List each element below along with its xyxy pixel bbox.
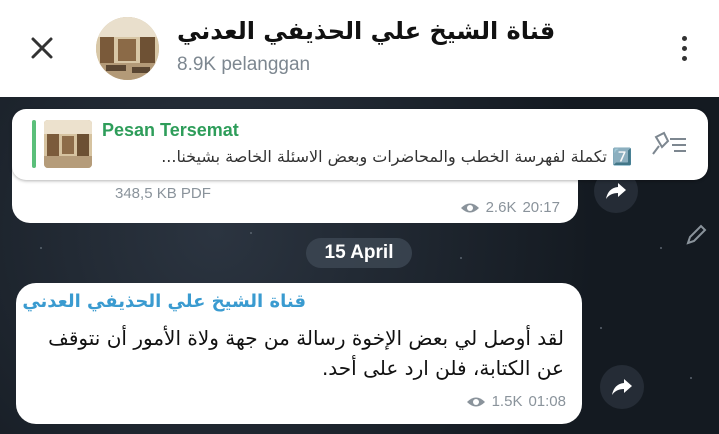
message-sender[interactable]: قناة الشيخ علي الحذيفي العدني (22, 291, 306, 312)
file-size: 348,5 KB PDF (115, 185, 211, 202)
pencil-icon (686, 224, 707, 245)
pinned-thumbnail (44, 120, 92, 168)
message-meta: 2.6K 20:17 (460, 199, 560, 216)
pin-list-button[interactable] (650, 129, 690, 159)
avatar[interactable] (96, 17, 159, 80)
more-vertical-icon (681, 35, 687, 41)
channel-title[interactable]: قناة الشيخ علي الحذيفي العدني (177, 17, 555, 45)
pin-list-icon (652, 131, 686, 155)
message-meta: 1.5K 01:08 (466, 393, 566, 410)
edit-button[interactable] (676, 215, 716, 255)
date-separator: 15 April (306, 238, 412, 268)
views-eye-icon (460, 203, 479, 212)
share-button[interactable] (600, 365, 644, 409)
forward-arrow-icon (612, 379, 632, 395)
view-count: 1.5K (491, 393, 523, 410)
pinned-message-bar[interactable]: Pesan Tersemat 7️⃣ تكملة لفهرسة الخطب وا… (12, 109, 708, 180)
subscriber-count: 8.9K pelanggan (177, 54, 311, 75)
chat-area[interactable]: 348,5 KB PDF 2.6K 20:17 Pesan Tersemat 7… (0, 97, 719, 434)
text-message-bubble[interactable]: قناة الشيخ علي الحذيفي العدني لقد أوصل ل… (16, 283, 582, 424)
close-icon (31, 37, 53, 59)
pin-indicator (32, 120, 36, 168)
views-eye-icon (466, 397, 485, 406)
more-options-button[interactable] (670, 30, 698, 66)
close-button[interactable] (24, 30, 60, 66)
forward-arrow-icon (606, 183, 626, 199)
message-time: 01:08 (528, 393, 566, 410)
pinned-title: Pesan Tersemat (102, 120, 239, 140)
pinned-text: 7️⃣ تكملة لفهرسة الخطب والمحاضرات وبعض ا… (161, 147, 632, 166)
message-time: 20:17 (522, 199, 560, 216)
view-count: 2.6K (485, 199, 517, 216)
chat-header: قناة الشيخ علي الحذيفي العدني 8.9K pelan… (0, 0, 719, 97)
message-text: لقد أوصل لي بعض الإخوة رسالة من جهة ولاة… (48, 326, 564, 380)
